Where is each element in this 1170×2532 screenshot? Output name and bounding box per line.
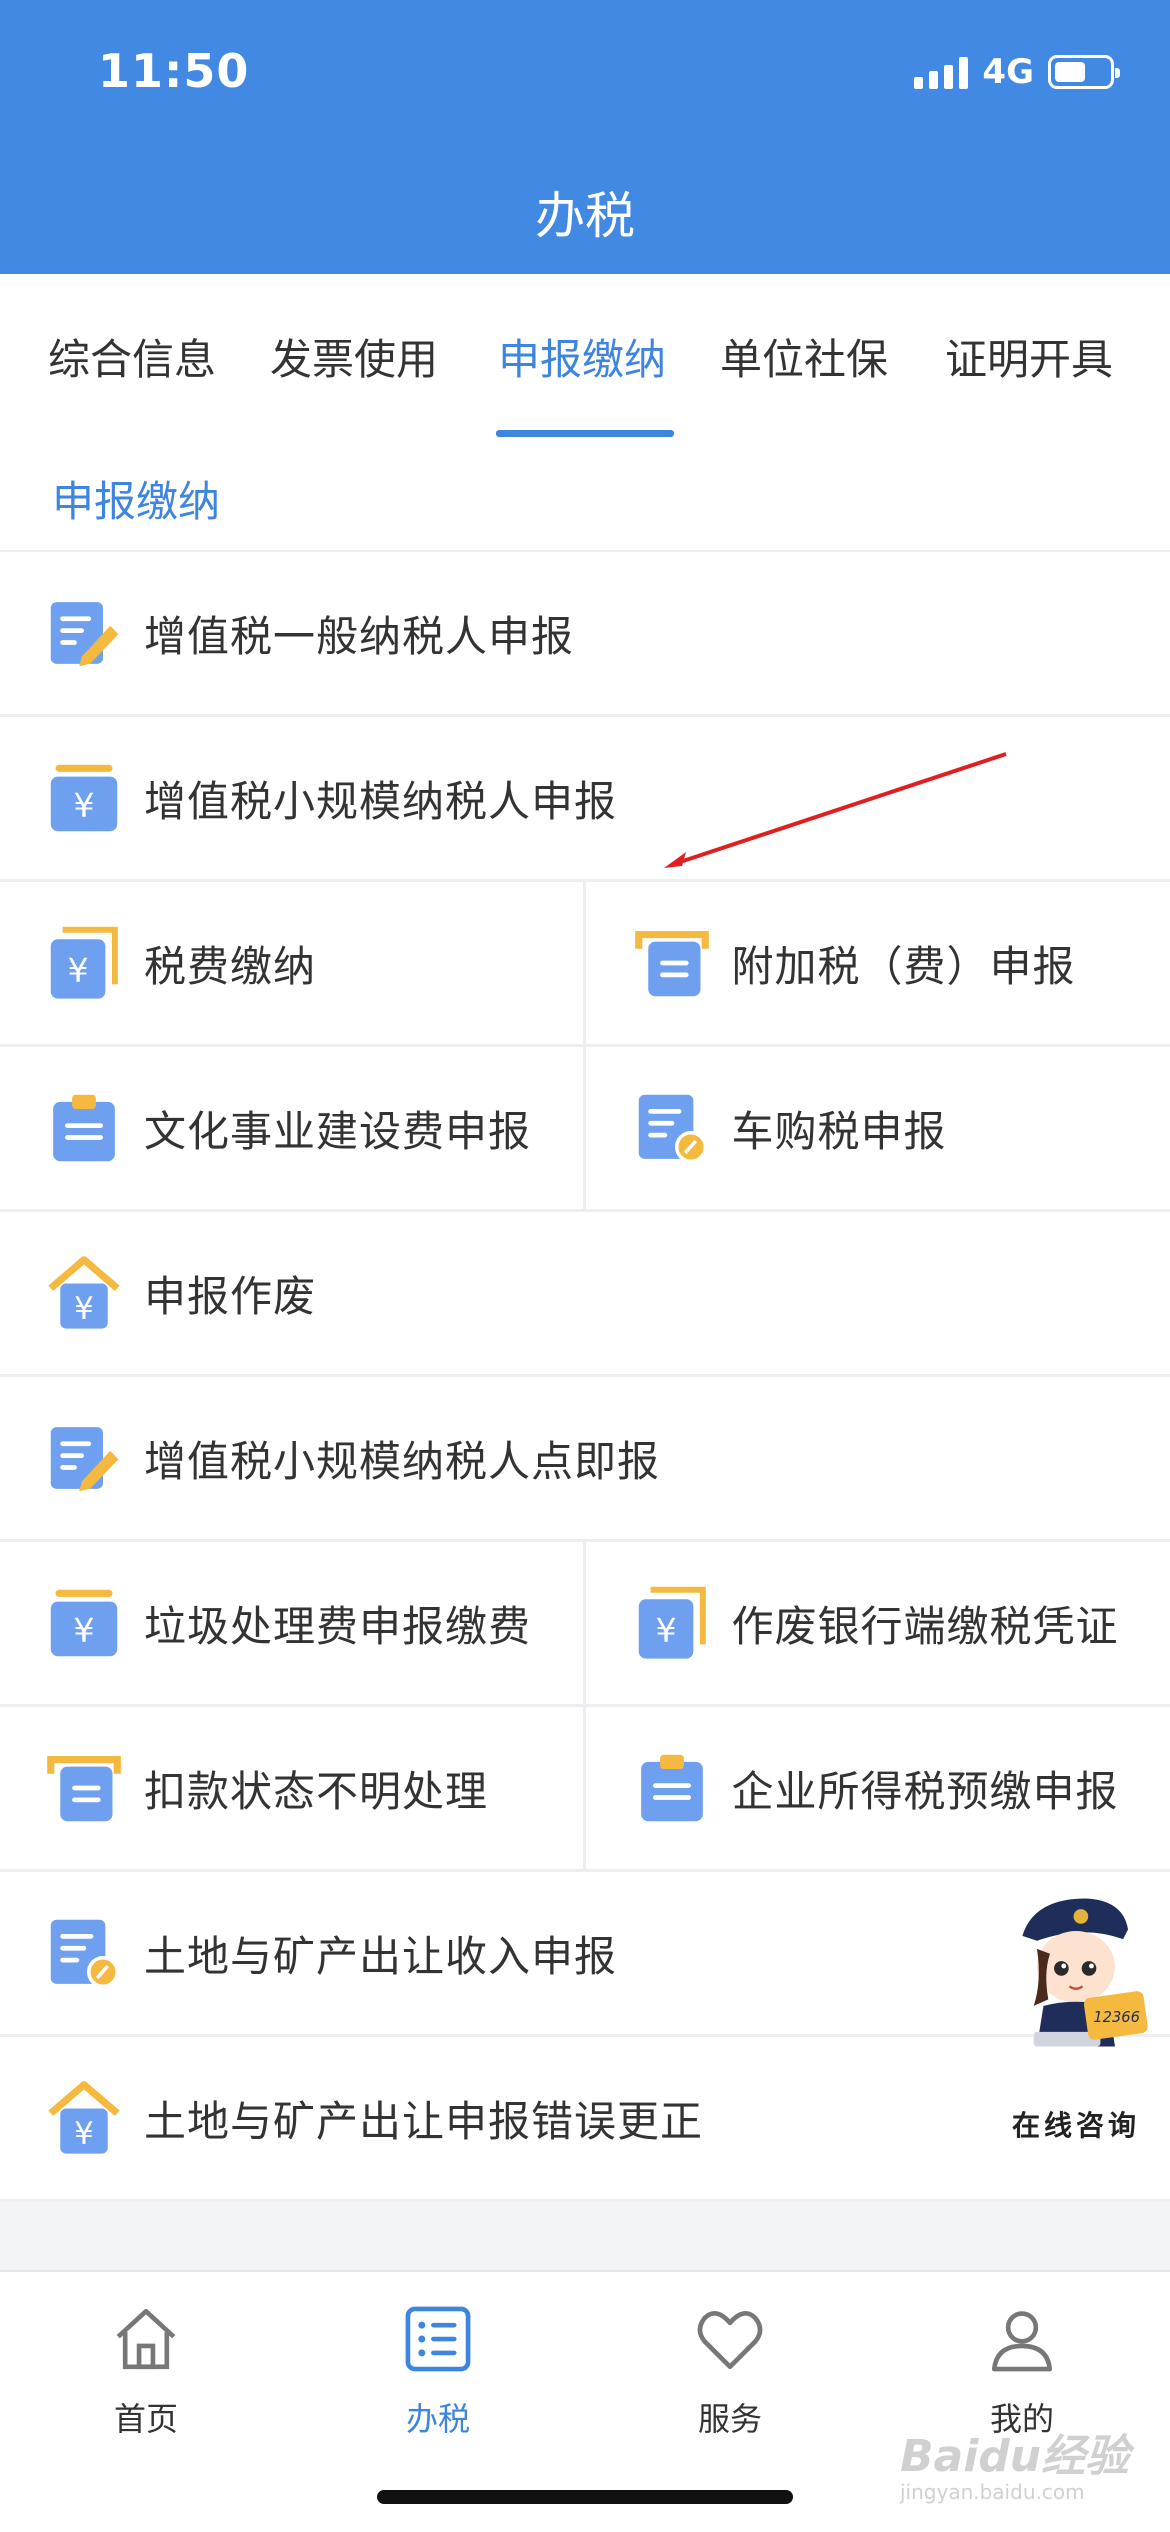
nav-label: 服务: [697, 2400, 762, 2438]
status-indicators: 4G: [914, 52, 1120, 92]
list-row: ¥ 申报作废: [0, 1212, 1170, 1377]
item-garbage-fee[interactable]: ¥ 垃圾处理费申报缴费: [0, 1542, 583, 1704]
item-vat-small[interactable]: ¥ 增值税小规模纳税人申报: [0, 717, 1170, 879]
hotline-number: 12366: [1093, 2009, 1140, 2026]
online-consult-button[interactable]: 12366: [984, 1892, 1168, 2138]
doc-pen-icon: [50, 1919, 120, 1989]
doc-pen-icon: [638, 1094, 707, 1164]
list-row: 增值税一般纳税人申报: [0, 552, 1170, 717]
section-title: 申报缴纳: [52, 477, 221, 526]
yuan-card-icon: ¥: [50, 1589, 118, 1657]
app-header: 11:50 4G 办税: [0, 0, 1170, 274]
baidu-watermark: Baidu经验 jingyan.baidu.com: [900, 2431, 1130, 2504]
item-void-bank-voucher[interactable]: ¥ 作废银行端缴税凭证: [582, 1542, 1170, 1704]
item-label: 扣款状态不明处理: [144, 1766, 489, 1816]
item-vat-small-instant[interactable]: 增值税小规模纳税人点即报: [0, 1377, 1170, 1539]
home-icon: [116, 2308, 176, 2370]
item-culture-fee[interactable]: 文化事业建设费申报: [0, 1047, 583, 1209]
svg-text:¥: ¥: [74, 2116, 94, 2152]
list-row: 扣款状态不明处理 企业所得税预缴申报: [0, 1707, 1170, 1872]
section-header: 申报缴纳: [0, 438, 1170, 552]
list-row: 增值税小规模纳税人点即报: [0, 1377, 1170, 1542]
svg-text:¥: ¥: [67, 951, 88, 990]
item-label: 增值税小规模纳税人申报: [144, 776, 618, 826]
item-label: 土地与矿产出让收入申报: [144, 1931, 618, 1981]
item-vat-general[interactable]: 增值税一般纳税人申报: [0, 552, 1170, 714]
assistant-mascot-icon: 12366: [1022, 1898, 1148, 2047]
category-tabs: 综合信息 发票使用 申报缴纳 单位社保 证明开具: [0, 274, 1170, 438]
item-label: 土地与矿产出让申报错误更正: [144, 2096, 704, 2146]
item-label: 垃圾处理费申报缴费: [144, 1601, 532, 1651]
folder-doc-icon: [634, 930, 709, 997]
svg-text:¥: ¥: [73, 1611, 94, 1650]
nav-home[interactable]: 首页: [66, 2302, 226, 2440]
yuan-wallet-icon: ¥: [50, 926, 118, 999]
folder-doc-icon: [47, 1755, 121, 1822]
heart-icon: [697, 2311, 763, 2370]
item-label: 作废银行端缴税凭证: [731, 1601, 1119, 1651]
tab-invoice[interactable]: 发票使用: [270, 326, 438, 387]
network-type: 4G: [982, 52, 1034, 92]
item-label: 增值税一般纳税人申报: [144, 611, 575, 661]
item-vehicle-tax[interactable]: 车购税申报: [582, 1047, 1170, 1209]
active-tab-indicator: [496, 430, 674, 437]
item-label: 增值税小规模纳税人点即报: [144, 1436, 661, 1486]
item-label: 申报作废: [144, 1271, 317, 1321]
tab-general-info[interactable]: 综合信息: [48, 326, 216, 387]
clipboard-icon: [53, 1094, 115, 1162]
list-row: ¥ 增值税小规模纳税人申报: [0, 717, 1170, 882]
item-label: 企业所得税预缴申报: [731, 1766, 1119, 1816]
battery-icon: [1048, 55, 1120, 89]
nav-tax[interactable]: 办税: [358, 2302, 518, 2440]
nav-service[interactable]: 服务: [650, 2302, 810, 2440]
page-title: 办税: [535, 187, 635, 245]
item-corp-income-prepay[interactable]: 企业所得税预缴申报: [582, 1707, 1170, 1869]
edit-form-icon: [50, 602, 119, 667]
svg-text:¥: ¥: [74, 1291, 94, 1327]
item-surtax[interactable]: 附加税（费）申报: [582, 882, 1170, 1044]
yuan-wallet-icon: ¥: [638, 1586, 706, 1659]
item-label: 附加税（费）申报: [731, 941, 1076, 991]
svg-text:¥: ¥: [655, 1611, 676, 1650]
yuan-card-icon: ¥: [50, 764, 118, 832]
item-label: 税费缴纳: [144, 941, 317, 991]
list-icon: [405, 2306, 471, 2372]
item-label: 文化事业建设费申报: [144, 1106, 532, 1156]
item-void-declaration[interactable]: ¥ 申报作废: [0, 1212, 1170, 1374]
tab-declare-pay[interactable]: 申报缴纳: [498, 326, 666, 387]
svg-text:¥: ¥: [73, 786, 94, 825]
item-label: 车购税申报: [731, 1106, 947, 1156]
edit-form-icon: [50, 1427, 119, 1492]
tab-social-security[interactable]: 单位社保: [720, 326, 888, 387]
yuan-house-icon: ¥: [48, 2081, 120, 2154]
nav-label: 办税: [405, 2400, 470, 2438]
clipboard-icon: [640, 1754, 703, 1822]
item-deduction-unknown[interactable]: 扣款状态不明处理: [0, 1707, 583, 1869]
status-time: 11:50: [98, 44, 250, 98]
list-row: ¥ 税费缴纳 附加税（费）申报: [0, 882, 1170, 1047]
yuan-house-icon: ¥: [48, 1256, 120, 1329]
signal-icon: [914, 55, 969, 89]
online-consult-label: 在线咨询: [1012, 2109, 1141, 2142]
nav-label: 首页: [113, 2400, 178, 2438]
item-tax-payment[interactable]: ¥ 税费缴纳: [0, 882, 583, 1044]
tab-certificate[interactable]: 证明开具: [945, 326, 1113, 387]
list-row: 文化事业建设费申报 车购税申报: [0, 1047, 1170, 1212]
home-indicator: [377, 2490, 793, 2504]
user-icon: [991, 2311, 1053, 2372]
list-row: ¥ 垃圾处理费申报缴费 ¥ 作废银行端缴税凭证: [0, 1542, 1170, 1707]
